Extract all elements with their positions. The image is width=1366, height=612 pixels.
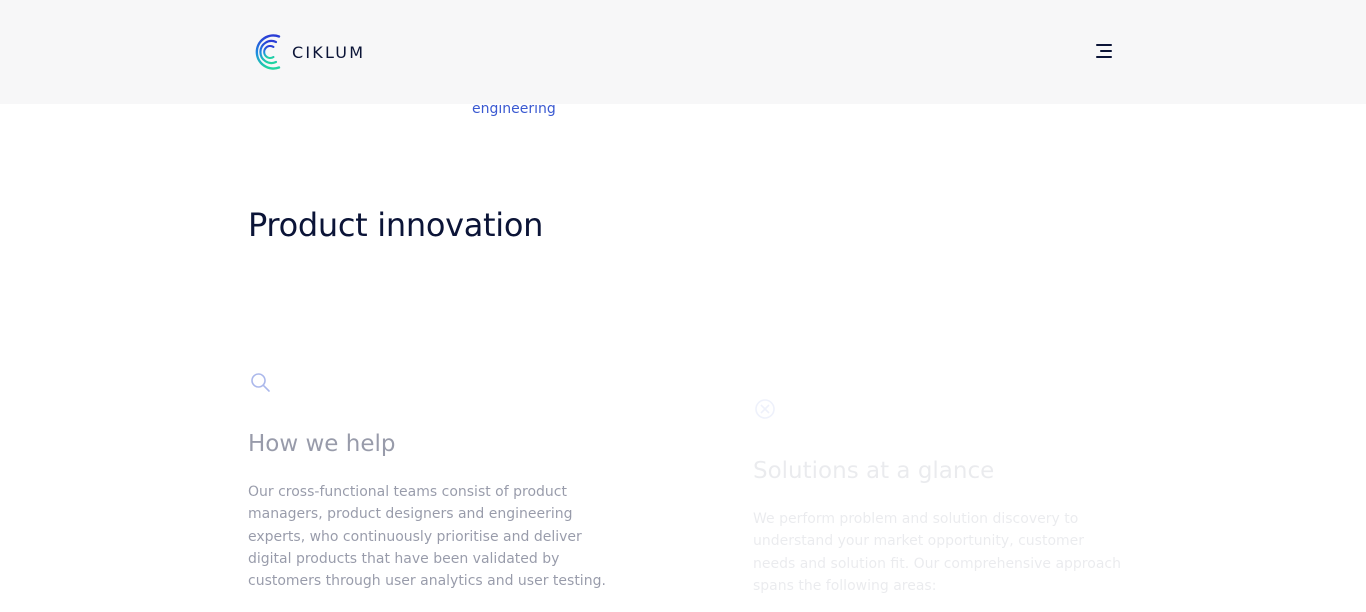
menu-line (1096, 56, 1112, 58)
hamburger-menu-icon[interactable] (1094, 42, 1114, 62)
ciklum-logo[interactable]: CIKLUM (248, 33, 365, 71)
target-icon (753, 397, 779, 423)
solutions-section: Solutions at a glance We perform problem… (753, 397, 1123, 597)
how-we-help-text: Our cross-functional teams consist of pr… (248, 484, 606, 590)
menu-line (1096, 44, 1112, 46)
page-title: Product innovation (248, 206, 544, 244)
solutions-text: We perform problem and solution discover… (753, 511, 1121, 594)
how-we-help-heading: How we help (248, 431, 396, 457)
ciklum-logo-icon (255, 34, 281, 70)
logo-wordmark: CIKLUM (292, 42, 366, 62)
site-header: CIKLUM (0, 0, 1366, 104)
solutions-heading: Solutions at a glance (753, 458, 995, 484)
menu-line (1100, 50, 1112, 52)
how-we-help-section: How we help Our cross-functional teams c… (248, 370, 628, 592)
search-icon (248, 370, 274, 396)
